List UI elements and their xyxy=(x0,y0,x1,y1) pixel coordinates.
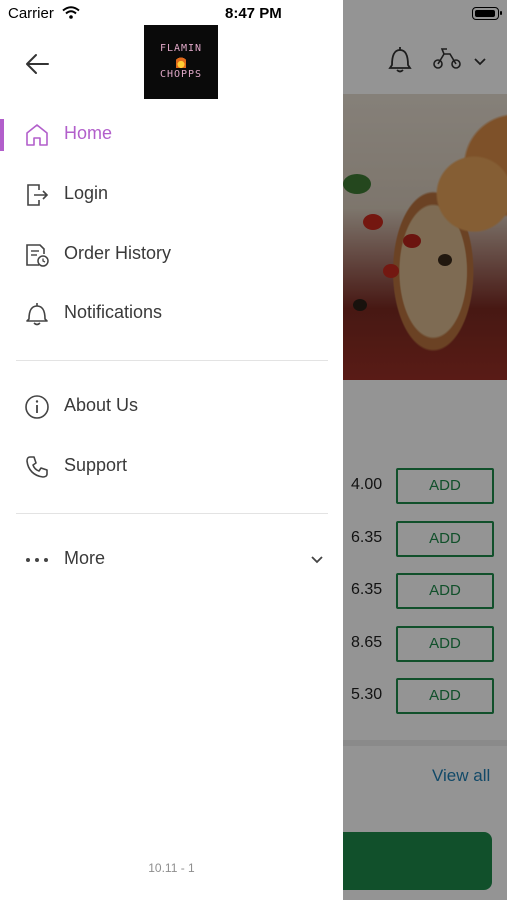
menu-divider xyxy=(16,360,328,361)
menu-item-order-history[interactable]: Order History xyxy=(0,229,343,281)
menu-label-home: Home xyxy=(64,123,113,143)
wifi-icon xyxy=(62,6,80,24)
menu-divider xyxy=(16,513,328,514)
menu-label-login: Login xyxy=(64,183,109,203)
chevron-down-icon xyxy=(310,552,324,570)
logo-text-bottom: CHOPPS xyxy=(159,69,203,80)
menu-item-notifications[interactable]: Notifications xyxy=(0,288,343,340)
menu-label-order-history: Order History xyxy=(64,243,172,263)
menu-item-home[interactable]: Home xyxy=(0,109,343,161)
login-icon xyxy=(24,182,50,208)
flame-icon xyxy=(176,56,186,68)
back-arrow-icon[interactable] xyxy=(24,50,52,78)
menu-item-more[interactable]: More xyxy=(0,534,343,586)
status-bar: Carrier 8:47 PM xyxy=(0,0,507,28)
info-icon xyxy=(24,394,50,420)
menu-label-notifications: Notifications xyxy=(64,302,163,322)
more-dots-icon xyxy=(24,547,50,573)
logo-text-top: FLAMIN xyxy=(159,43,203,54)
menu-label-more: More xyxy=(64,548,106,568)
menu-item-login[interactable]: Login xyxy=(0,169,343,221)
menu-label-support: Support xyxy=(64,455,128,475)
order-history-icon xyxy=(24,242,50,268)
bell-icon xyxy=(24,301,50,327)
navigation-drawer: FLAMIN CHOPPS Home Login Order History N… xyxy=(0,0,343,900)
battery-icon xyxy=(472,7,502,20)
home-icon xyxy=(24,122,50,148)
menu-label-about-us: About Us xyxy=(64,395,139,415)
carrier-label: Carrier xyxy=(8,5,54,22)
menu-item-support[interactable]: Support xyxy=(0,441,343,493)
restaurant-logo: FLAMIN CHOPPS xyxy=(144,25,218,99)
menu-item-about-us[interactable]: About Us xyxy=(0,381,343,433)
app-version: 10.11 - 1 xyxy=(148,861,195,875)
status-time: 8:47 PM xyxy=(225,5,282,22)
active-indicator xyxy=(0,119,4,151)
phone-icon xyxy=(24,454,50,480)
